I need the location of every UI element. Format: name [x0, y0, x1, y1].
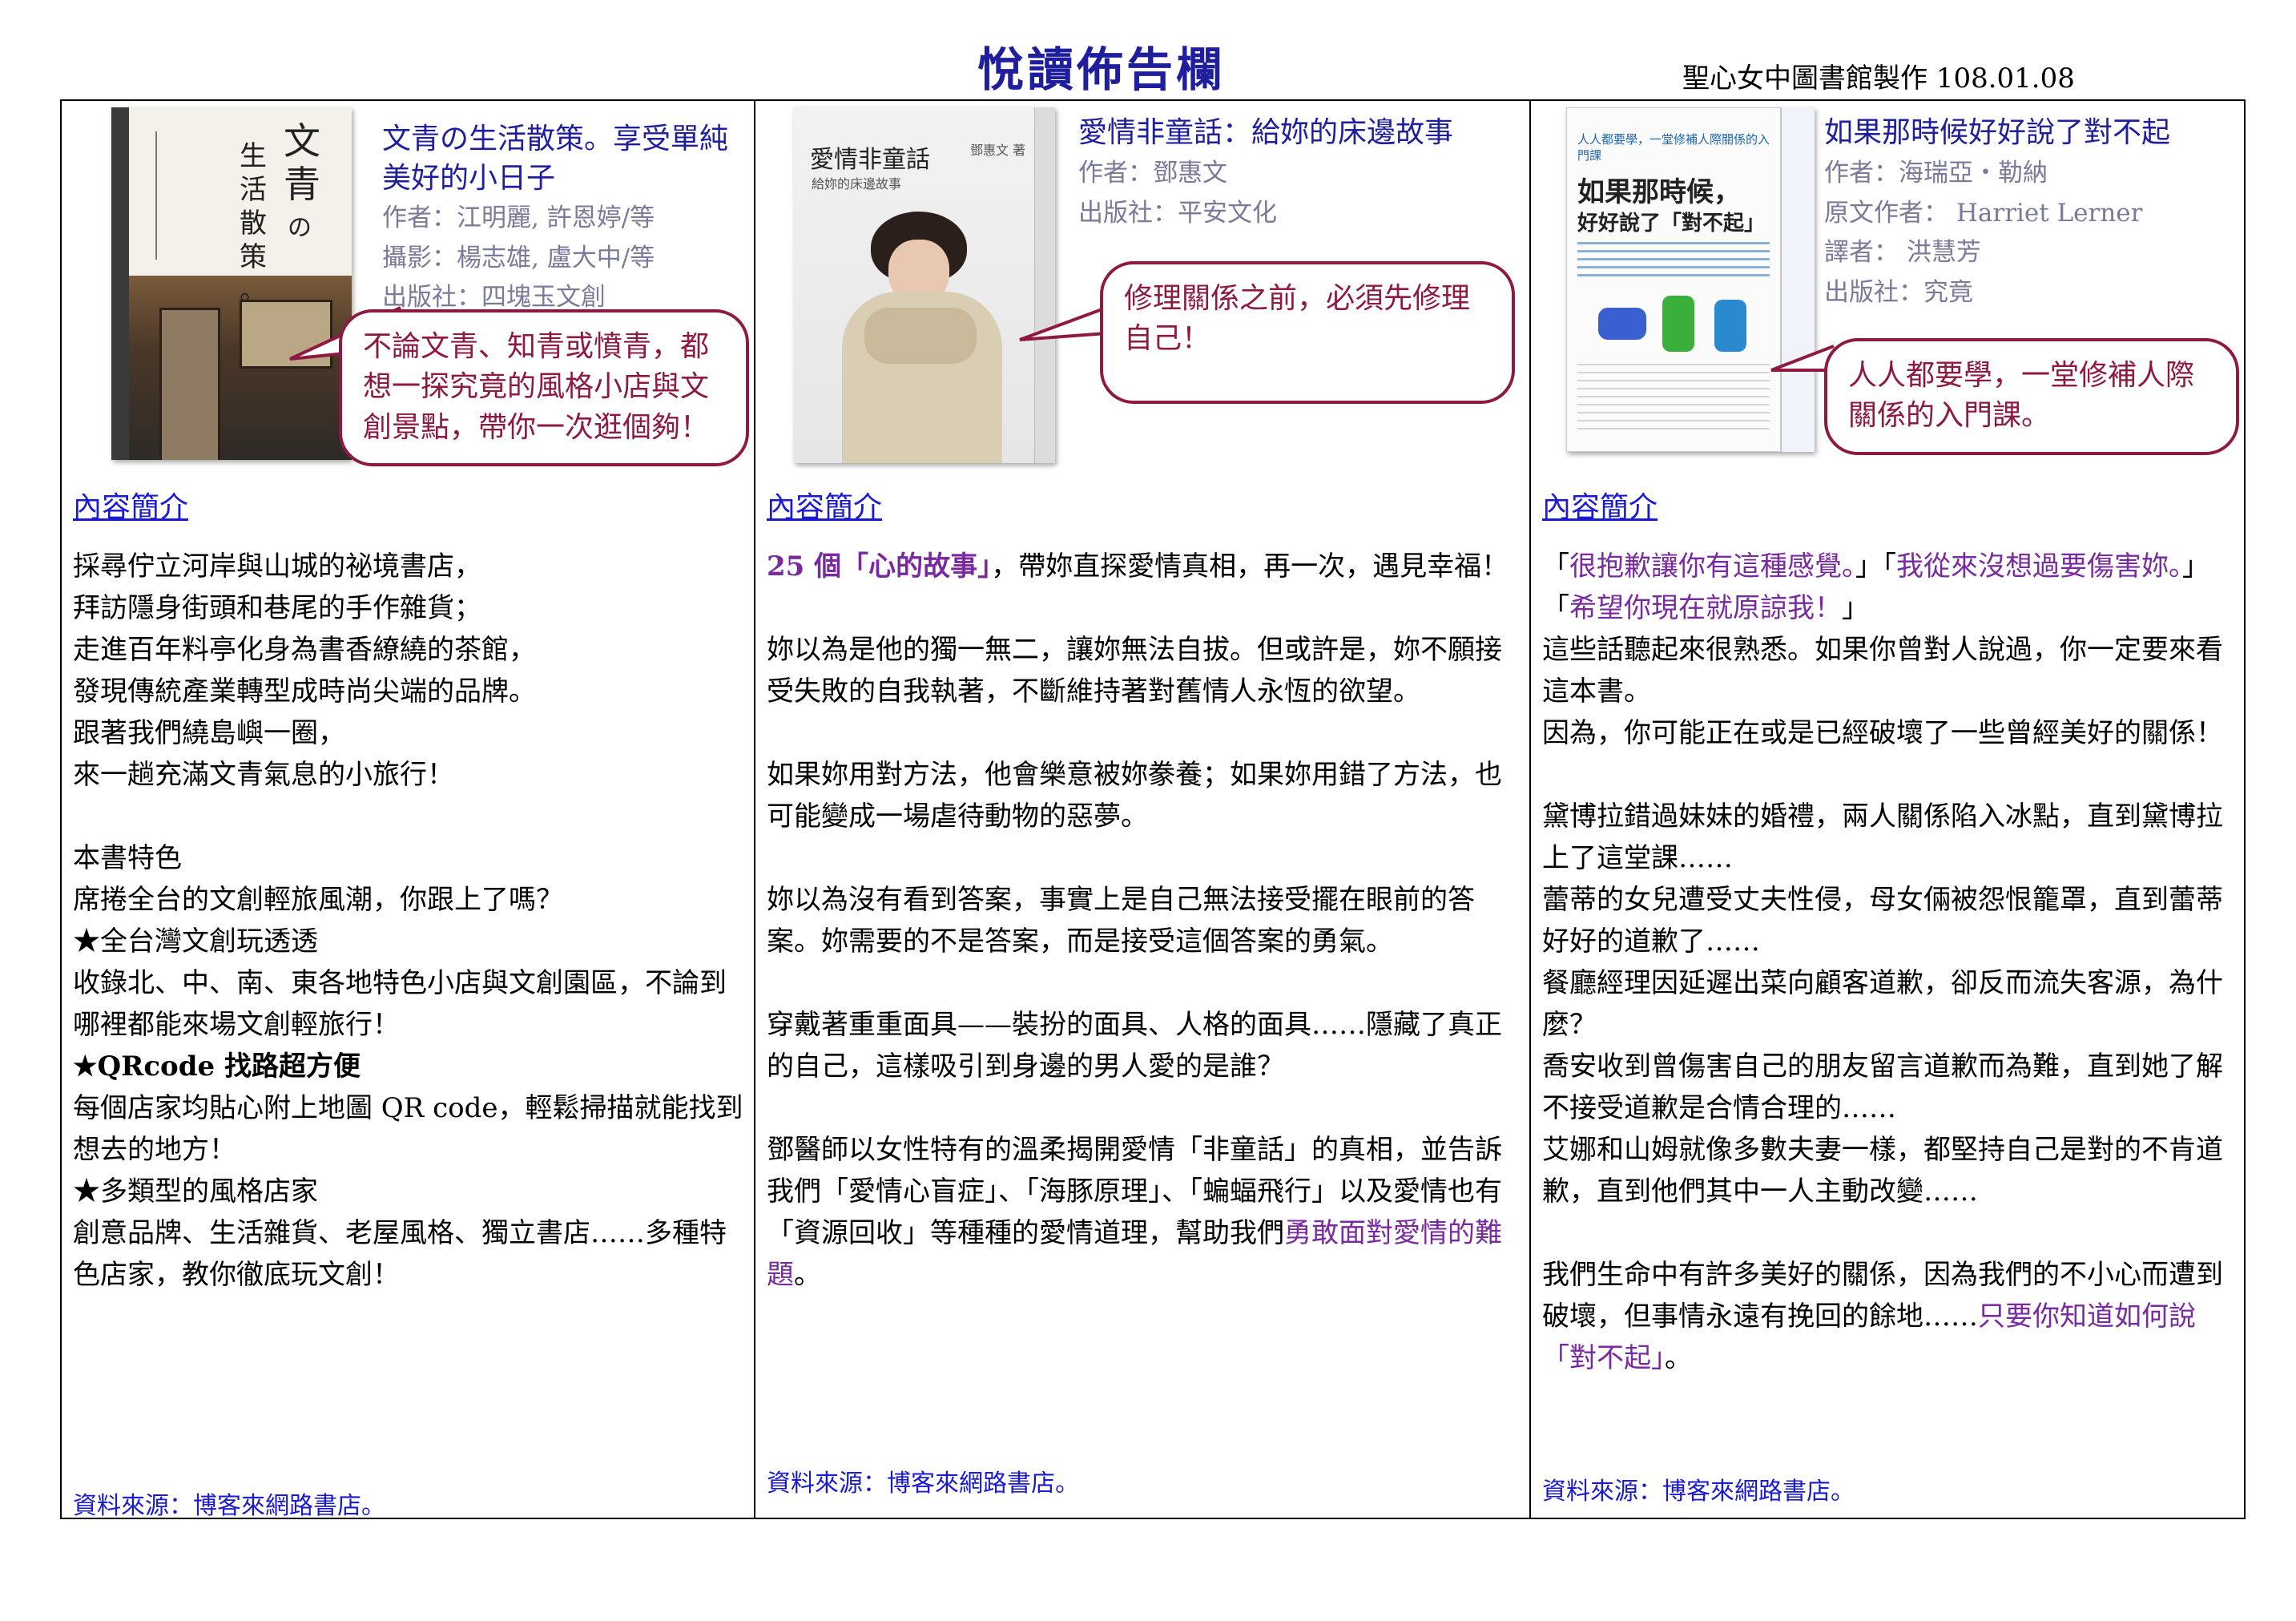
- book-title-3: 如果那時候好好說了對不起: [1824, 116, 2171, 149]
- book-cover-3: 人人都要學，一堂修補人際關係的入門課 如果那時候， 好好說了「對不起」: [1566, 107, 1815, 452]
- intro-link-3[interactable]: 內容簡介: [1542, 484, 1658, 526]
- desc-text: 。: [1665, 1342, 1692, 1374]
- cover-title-char: 生: [240, 140, 267, 172]
- desc-paragraph: 妳以為是他的獨一無二，讓妳無法自拔。但或許是，妳不願接受失敗的自我執著，不斷維持…: [767, 634, 1502, 708]
- book-description-1: 採尋佇立河岸與山城的祕境書店， 拜訪隱身街頭和巷尾的手作雜貨； 走進百年料亭化身…: [73, 546, 746, 1296]
- book-cover-2: 愛情非童話 給妳的床邊故事 鄧惠文 著: [794, 107, 1055, 463]
- cover-title-char: 。: [240, 275, 267, 307]
- desc-line: 收錄北、中、南、東各地特色小店與文創園區，不論到哪裡都能來場文創輕旅行！: [73, 967, 727, 1041]
- desc-line: 跟著我們繞島嶼一圈，: [73, 717, 345, 749]
- cover-subtitle: 給妳的床邊故事: [812, 176, 902, 192]
- publisher-line: 出版社：平安文化: [1078, 198, 1277, 228]
- callout-bubble-2: 修理關係之前，必須先修理自己！: [1100, 261, 1515, 404]
- original-author-line: 原文作者： Harriet Lerner: [1824, 198, 2143, 228]
- cover-title-char: 文: [284, 119, 320, 163]
- source-note-3: 資料來源：博客來網路書店。: [1542, 1478, 1855, 1506]
- publisher-line: 出版社：究竟: [1824, 277, 1973, 307]
- book-description-3: 「很抱歉讓你有這種感覺。」「我從來沒想過要傷害妳。」「希望你現在就原諒我！」 這…: [1542, 546, 2236, 1379]
- desc-paragraph: 妳以為沒有看到答案，事實上是自己無法接受擺在眼前的答案。妳需要的不是答案，而是接…: [767, 884, 1475, 958]
- desc-paragraph: 我們生命中有許多美好的關係，因為我們的不小心而遭到破壞，但事情永遠有挽回的餘地……: [1542, 1254, 2236, 1379]
- feature-star-2: ★QRcode 找路超方便: [73, 1050, 361, 1083]
- book-meta-2: 作者：鄧惠文 出版社：平安文化: [1078, 154, 1277, 233]
- book-title-2: 愛情非童話：給妳的床邊故事: [1078, 116, 1454, 149]
- desc-line: 採尋佇立河岸與山城的祕境書店，: [73, 550, 481, 583]
- desc-line: 每個店家均貼心附上地圖 QR code，輕鬆掃描就能找到想去的地方！: [73, 1092, 743, 1166]
- book-description-2: 25 個「心的故事」，帶妳直探愛情真相，再一次，遇見幸福！ 妳以為是他的獨一無二…: [767, 546, 1520, 1296]
- desc-paragraph: 黛博拉錯過妹妹的婚禮，兩人關係陷入冰點，直到黛博拉上了這堂課……: [1542, 800, 2223, 874]
- desc-paragraph: 鄧醫師以女性特有的溫柔揭開愛情「非童話」的真相，並告訴我們「愛情心盲症」、「海豚…: [767, 1129, 1520, 1296]
- desc-text: 「: [1542, 550, 1569, 583]
- desc-paragraph: 「很抱歉讓你有這種感覺。」「我從來沒想過要傷害妳。」「希望你現在就原諒我！」: [1542, 546, 2236, 629]
- feature-star-3: ★多類型的風格店家: [73, 1175, 318, 1208]
- desc-text: 」: [1842, 592, 1869, 624]
- desc-line: 席捲全台的文創輕旅風潮，你跟上了嗎？: [73, 884, 563, 916]
- book-title-1: 文青の生活散策。享受單純美好的小日子: [382, 123, 729, 195]
- photographer-line: 攝影：楊志雄, 盧大中/等: [382, 243, 655, 272]
- book-meta-1: 作者：江明麗, 許恩婷/等 攝影：楊志雄, 盧大中/等 出版社：四塊玉文創: [382, 199, 655, 318]
- author-line: 作者：鄧惠文: [1078, 159, 1227, 188]
- highlight-text: 25 個「心的故事」: [767, 550, 992, 583]
- intro-link-1[interactable]: 內容簡介: [73, 484, 188, 526]
- callout-tail: [1019, 306, 1107, 341]
- book-column-2: 愛情非童話 給妳的床邊故事 鄧惠文 著 愛情非童話：給妳的床邊故事 作者：鄧惠文…: [755, 101, 1529, 1518]
- cover-title-line: 好好說了「對不起」: [1577, 212, 1766, 236]
- desc-line: 來一趟充滿文青氣息的小旅行！: [73, 759, 454, 791]
- cover-title-char: 活: [240, 174, 267, 206]
- desc-line: 拜訪隱身街頭和巷尾的手作雜貨；: [73, 592, 481, 624]
- desc-line: 發現傳統產業轉型成時尚尖端的品牌。: [73, 675, 536, 708]
- desc-paragraph: 25 個「心的故事」，帶妳直探愛情真相，再一次，遇見幸福！: [767, 546, 1520, 587]
- cover-author: 鄧惠文 著: [970, 143, 1026, 158]
- highlight-text: 很抱歉讓你有這種感覺。: [1569, 550, 1855, 583]
- book-column-3: 人人都要學，一堂修補人際關係的入門課 如果那時候， 好好說了「對不起」 如果那時…: [1531, 101, 2246, 1518]
- desc-paragraph: 因為，你可能正在或是已經破壞了一些曾經美好的關係！: [1542, 717, 2223, 749]
- feature-star-1: ★全台灣文創玩透透: [73, 925, 318, 958]
- highlight-text: 我從來沒想過要傷害妳。: [1896, 550, 2182, 583]
- bulletin-board: 文 青 生 活 散 策 。 の 文青の生活散策。享受單純美好的小日子 作者：江明…: [60, 99, 2246, 1520]
- callout-bubble-1: 不論文青、知青或憤青，都想一探究竟的風格小店與文創景點，帶你一次逛個夠！: [339, 309, 749, 466]
- desc-line: 走進百年料亭化身為書香繚繞的茶館，: [73, 634, 536, 666]
- desc-text: 」「: [1855, 550, 1896, 583]
- page-title: 悅讀佈告欄: [977, 42, 1227, 97]
- book-column-1: 文 青 生 活 散 策 。 の 文青の生活散策。享受單純美好的小日子 作者：江明…: [62, 101, 754, 1520]
- desc-paragraph: 如果妳用對方法，他會樂意被妳豢養；如果妳用錯了方法，也可能變成一場虐待動物的惡夢…: [767, 759, 1502, 833]
- desc-paragraph: 這些話聽起來很熟悉。如果你曾對人說過，你一定要來看這本書。: [1542, 634, 2223, 708]
- desc-paragraph: 艾娜和山姆就像多數夫妻一樣，都堅持自己是對的不肯道歉，直到他們其中一人主動改變……: [1542, 1134, 2223, 1208]
- desc-paragraph: 喬安收到曾傷害自己的朋友留言道歉而為難，直到她了解不接受道歉是合情合理的……: [1542, 1050, 2223, 1124]
- cover-title: 愛情非童話: [810, 146, 930, 174]
- cover-title-char: の: [288, 214, 312, 242]
- cover-title-char: 散: [240, 208, 267, 240]
- desc-paragraph: 蕾蒂的女兒遭受丈夫性侵，母女倆被怨恨籠罩，直到蕾蒂好好的道歉了……: [1542, 884, 2223, 958]
- book-meta-3: 作者：海瑞亞・勒納 原文作者： Harriet Lerner 譯者： 洪慧芳 出…: [1824, 154, 2142, 313]
- desc-line: 創意品牌、生活雜貨、老屋風格、獨立書店……多種特色店家，教你徹底玩文創！: [73, 1217, 727, 1291]
- desc-text: ，帶妳直探愛情真相，再一次，遇見幸福！: [991, 550, 1509, 583]
- desc-text: 。: [794, 1259, 821, 1291]
- desc-paragraph: 餐廳經理因延遲出菜向顧客道歉，卻反而流失客源，為什麼？: [1542, 967, 2223, 1041]
- source-note-2: 資料來源：博客來網路書店。: [767, 1470, 1079, 1498]
- book-cover-1: 文 青 生 活 散 策 。 の: [111, 107, 352, 460]
- intro-link-2[interactable]: 內容簡介: [767, 484, 882, 526]
- desc-paragraph: 穿戴著重重面具——裝扮的面具、人格的面具……隱藏了真正的自己，這樣吸引到身邊的男…: [767, 1009, 1502, 1083]
- callout-bubble-3: 人人都要學，一堂修補人際關係的入門課。: [1824, 338, 2239, 455]
- cover-title-char: 策: [240, 241, 267, 273]
- highlight-text: 希望你現在就原諒我！: [1569, 592, 1842, 624]
- author-line: 作者：江明麗, 許恩婷/等: [382, 204, 655, 232]
- library-credit: 聖心女中圖書館製作 108.01.08: [1682, 63, 2075, 95]
- features-heading: 本書特色: [73, 842, 182, 874]
- source-note-1: 資料來源：博客來網路書店。: [73, 1492, 385, 1520]
- translator-line: 譯者： 洪慧芳: [1824, 238, 1981, 268]
- author-line: 作者：海瑞亞・勒納: [1824, 159, 2048, 188]
- cover-title-char: 青: [284, 163, 320, 206]
- cover-title-line: 如果那時候，: [1577, 176, 1741, 208]
- cover-tagline: 人人都要學，一堂修補人際關係的入門課: [1577, 132, 1770, 163]
